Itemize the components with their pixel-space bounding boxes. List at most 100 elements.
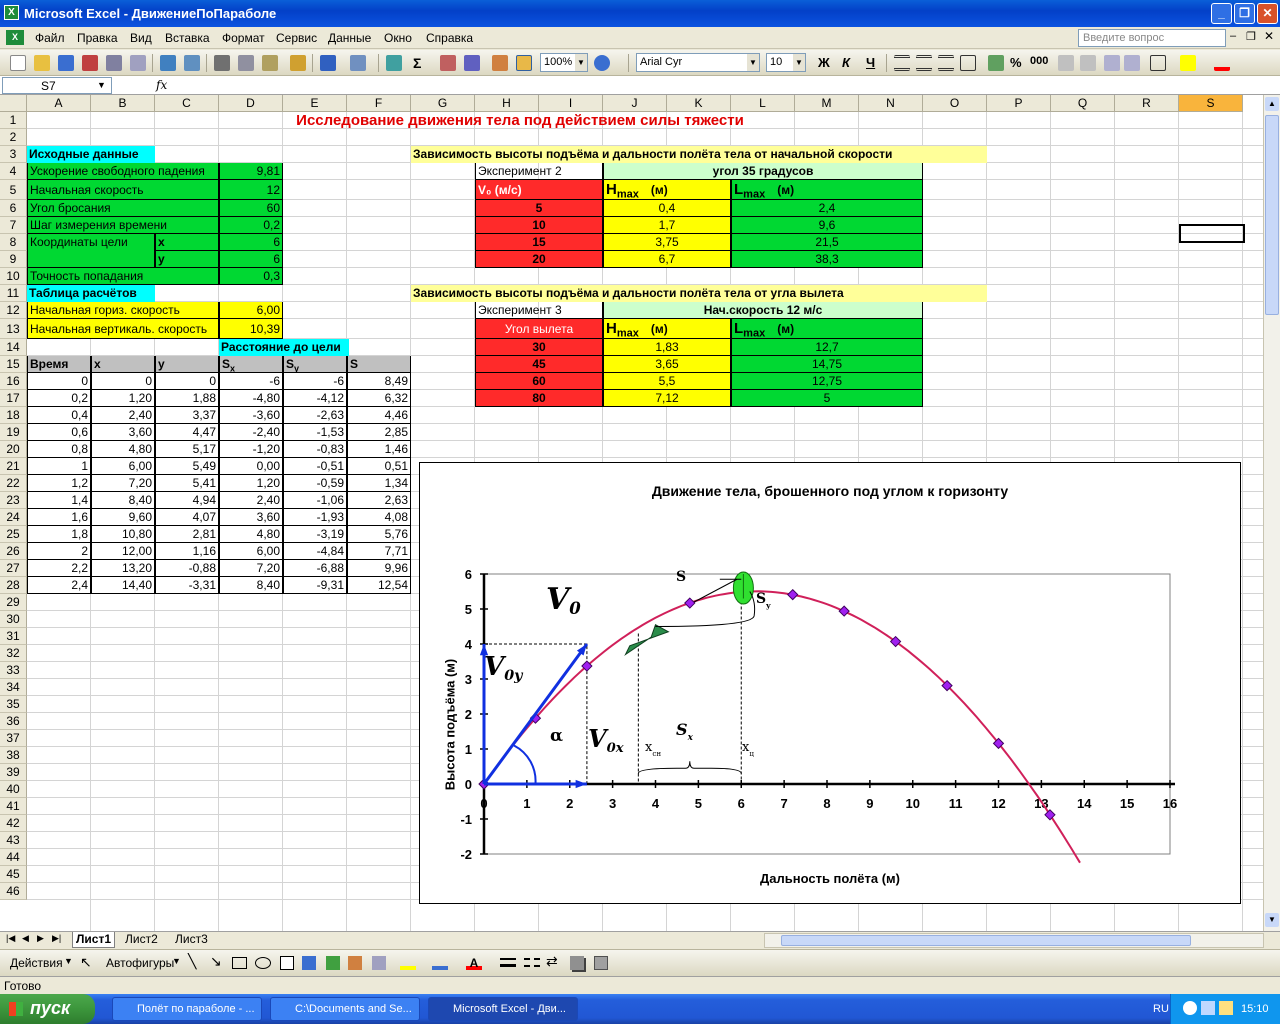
table-cell[interactable]: -9,31 — [283, 577, 347, 594]
row-header[interactable]: 17 — [0, 390, 27, 407]
table-cell[interactable]: -6 — [283, 373, 347, 390]
row-header[interactable]: 13 — [0, 319, 27, 339]
table-cell[interactable]: 0,00 — [219, 458, 283, 475]
row-header[interactable]: 19 — [0, 424, 27, 441]
exp2-label[interactable]: Эксперимент 2 — [475, 163, 603, 180]
table-cell[interactable]: 0,51 — [347, 458, 411, 475]
table-cell[interactable]: -1,20 — [219, 441, 283, 458]
3d-icon[interactable] — [594, 956, 608, 970]
picture-icon[interactable] — [372, 956, 386, 970]
table-cell[interactable]: 9,96 — [347, 560, 411, 577]
close-button[interactable]: ✕ — [1257, 3, 1278, 24]
column-header-c[interactable]: C — [155, 95, 219, 112]
column-header-n[interactable]: N — [859, 95, 923, 112]
table-cell[interactable]: -0,83 — [283, 441, 347, 458]
row-header[interactable]: 40 — [0, 781, 27, 798]
exp2-lmax[interactable]: 2,4 — [731, 200, 923, 217]
task-button-1[interactable]: Полёт по параболе - ... — [112, 997, 262, 1021]
distance-header[interactable]: Расстояние до цели — [219, 339, 349, 356]
table-cell[interactable]: 12,54 — [347, 577, 411, 594]
workbook-icon[interactable]: X — [6, 30, 24, 45]
table-cell[interactable]: -2,40 — [219, 424, 283, 441]
target-label[interactable]: Координаты цели — [27, 234, 155, 268]
row-header[interactable]: 39 — [0, 764, 27, 781]
table-cell[interactable]: -4,84 — [283, 543, 347, 560]
exp3-header-2[interactable]: Hmax (м) — [603, 319, 731, 339]
row-header[interactable]: 8 — [0, 234, 27, 251]
line-style-icon[interactable] — [500, 958, 516, 967]
h-scroll-thumb[interactable] — [781, 935, 1191, 946]
calc-header[interactable]: Таблица расчётов — [27, 285, 155, 302]
merge-center-icon[interactable] — [960, 55, 976, 71]
table-cell[interactable]: 8,49 — [347, 373, 411, 390]
exp3-label[interactable]: Эксперимент 3 — [475, 302, 603, 319]
row-header[interactable]: 11 — [0, 285, 27, 302]
exp2-header-1[interactable]: V₀ (м/с) — [475, 180, 603, 200]
table-cell[interactable]: 7,20 — [91, 475, 155, 492]
input-value[interactable]: 0,2 — [219, 217, 283, 234]
input-value[interactable]: 12 — [219, 180, 283, 200]
formula-input[interactable] — [176, 78, 1276, 94]
align-center-icon[interactable] — [916, 55, 932, 71]
currency-icon[interactable] — [988, 55, 1004, 71]
textbox-icon[interactable] — [280, 956, 294, 970]
table-cell[interactable]: -0,59 — [283, 475, 347, 492]
prev-sheet-icon[interactable]: ◀ — [22, 933, 29, 944]
doc-minimize-icon[interactable]: – — [1230, 30, 1236, 42]
exp2-hmax[interactable]: 1,7 — [603, 217, 731, 234]
increase-decimal-icon[interactable] — [1058, 55, 1074, 71]
exp3-header-3[interactable]: Lmax (м) — [731, 319, 923, 339]
align-left-icon[interactable] — [894, 55, 910, 71]
exp3-header-1[interactable]: Угол вылета — [475, 319, 603, 339]
row-header[interactable]: 29 — [0, 594, 27, 611]
row-header[interactable]: 16 — [0, 373, 27, 390]
column-header-r[interactable]: R — [1115, 95, 1179, 112]
permission-icon[interactable] — [82, 55, 98, 71]
row-header[interactable]: 43 — [0, 832, 27, 849]
table-cell[interactable]: 2,4 — [27, 577, 91, 594]
table-cell[interactable]: 5,41 — [155, 475, 219, 492]
exp3-lmax[interactable]: 5 — [731, 390, 923, 407]
target-y-value[interactable]: 6 — [219, 251, 283, 268]
table-cell[interactable]: 7,20 — [219, 560, 283, 577]
table-cell[interactable]: 4,07 — [155, 509, 219, 526]
input-value[interactable]: 60 — [219, 200, 283, 217]
scroll-thumb[interactable] — [1265, 115, 1279, 315]
exp2-lmax[interactable]: 38,3 — [731, 251, 923, 268]
table-cell[interactable]: 5,49 — [155, 458, 219, 475]
row-header[interactable]: 10 — [0, 268, 27, 285]
autoshapes-menu[interactable]: Автофигуры — [106, 956, 174, 970]
table-cell[interactable]: 10,80 — [91, 526, 155, 543]
line-icon[interactable]: ╲ — [188, 953, 196, 970]
table-cell[interactable]: 2,63 — [347, 492, 411, 509]
task-button-3[interactable]: Microsoft Excel - Дви... — [428, 997, 578, 1021]
vx-label[interactable]: Начальная гориз. скорость — [27, 302, 219, 319]
underline-button[interactable]: Ч — [866, 55, 875, 70]
exp2-hmax[interactable]: 6,7 — [603, 251, 731, 268]
row-header[interactable]: 1 — [0, 112, 27, 129]
menu-data[interactable]: Данные — [328, 31, 371, 45]
exp2-lmax[interactable]: 21,5 — [731, 234, 923, 251]
table-cell[interactable]: 8,40 — [219, 577, 283, 594]
menu-help[interactable]: Справка — [426, 31, 473, 45]
doc-restore-icon[interactable]: ❐ — [1246, 30, 1256, 43]
borders-icon[interactable] — [1150, 55, 1166, 71]
exp2-condition[interactable]: угол 35 градусов — [603, 163, 923, 180]
diagram-icon[interactable] — [326, 956, 340, 970]
input-label[interactable]: Шаг измерения времени — [27, 217, 219, 234]
menu-edit[interactable]: Правка — [77, 31, 118, 45]
table-header[interactable]: Sx — [219, 356, 283, 373]
chart[interactable]: Движение тела, брошенного под углом к го… — [419, 462, 1241, 904]
exp3-title[interactable]: Зависимость высоты подъёма и дальности п… — [411, 285, 987, 302]
exp2-title[interactable]: Зависимость высоты подъёма и дальности п… — [411, 146, 987, 163]
shadow-icon[interactable] — [570, 956, 584, 970]
actions-menu[interactable]: Действия — [10, 956, 63, 970]
row-header[interactable]: 23 — [0, 492, 27, 509]
table-cell[interactable]: -1,93 — [283, 509, 347, 526]
row-header[interactable]: 27 — [0, 560, 27, 577]
exp3-hmax[interactable]: 7,12 — [603, 390, 731, 407]
row-header[interactable]: 12 — [0, 302, 27, 319]
tab-sheet3[interactable]: Лист3 — [172, 932, 211, 948]
menu-view[interactable]: Вид — [130, 31, 152, 45]
volume-icon[interactable] — [1219, 1001, 1233, 1015]
